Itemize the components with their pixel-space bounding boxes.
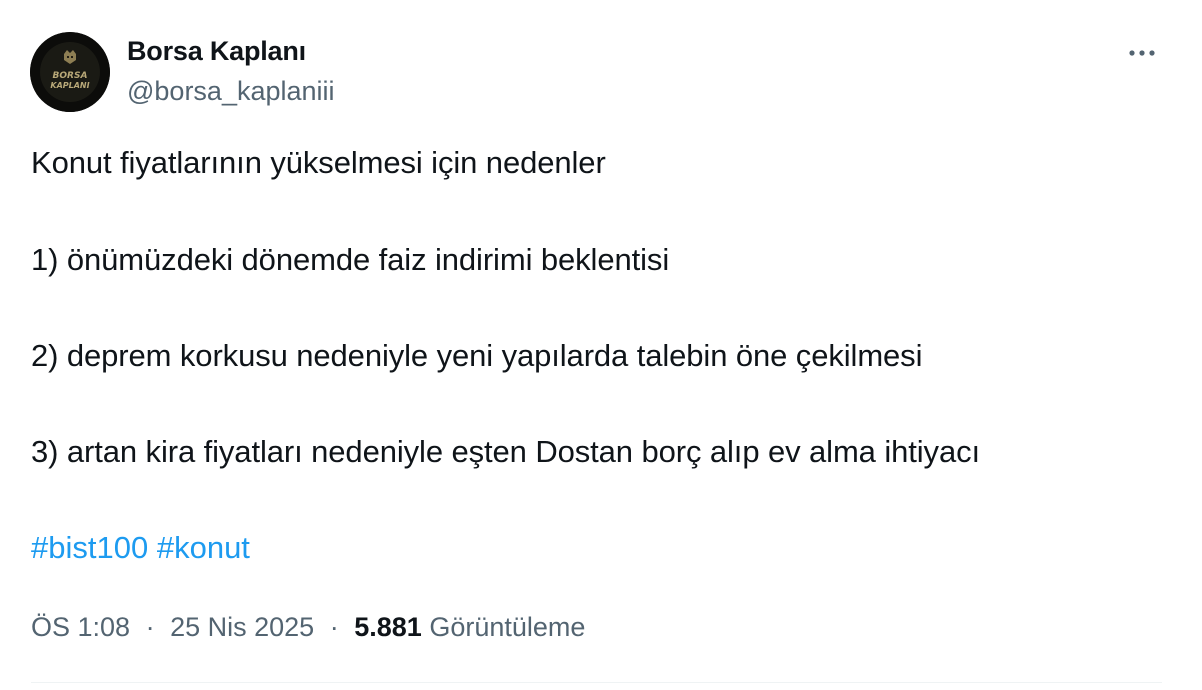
- hashtag-row: #bist100 #konut: [31, 530, 250, 566]
- views-count: 5.881: [354, 612, 422, 642]
- views-label: Görüntüleme: [429, 612, 586, 642]
- tweet-text-line: 2) deprem korkusu nedeniyle yeni yapılar…: [31, 338, 923, 373]
- meta-separator: ·: [329, 612, 339, 642]
- hashtag-link-bist100[interactable]: #bist100: [31, 530, 148, 565]
- avatar[interactable]: BORSA KAPLANI: [30, 32, 110, 112]
- tweet-card: BORSA KAPLANI Borsa Kaplanı @borsa_kapla…: [0, 0, 1202, 690]
- avatar-brand-line2: KAPLANI: [50, 81, 89, 90]
- tweet-text-line: 1) önümüzdeki dönemde faiz indirimi bekl…: [31, 242, 670, 277]
- tweet-meta: ÖS 1:08 · 25 Nis 2025 · 5.881 Görüntülem…: [31, 612, 585, 643]
- tweet-date[interactable]: 25 Nis 2025: [170, 612, 314, 642]
- avatar-brand-line1: BORSA: [53, 71, 88, 81]
- divider: [31, 682, 1162, 683]
- tweet-text-line: 3) artan kira fiyatları nedeniyle eşten …: [31, 434, 981, 469]
- more-options-button[interactable]: [1124, 40, 1160, 66]
- hashtag-link-konut[interactable]: #konut: [157, 530, 250, 565]
- tweet-text-line: Konut fiyatlarının yükselmesi için neden…: [31, 145, 606, 180]
- more-options-icon: [1129, 50, 1155, 56]
- meta-separator: ·: [145, 612, 155, 642]
- author-handle[interactable]: @borsa_kaplaniii: [127, 76, 335, 107]
- tweet-time[interactable]: ÖS 1:08: [31, 612, 130, 642]
- avatar-logo-icon: BORSA KAPLANI: [30, 32, 110, 112]
- author-display-name[interactable]: Borsa Kaplanı: [127, 36, 306, 67]
